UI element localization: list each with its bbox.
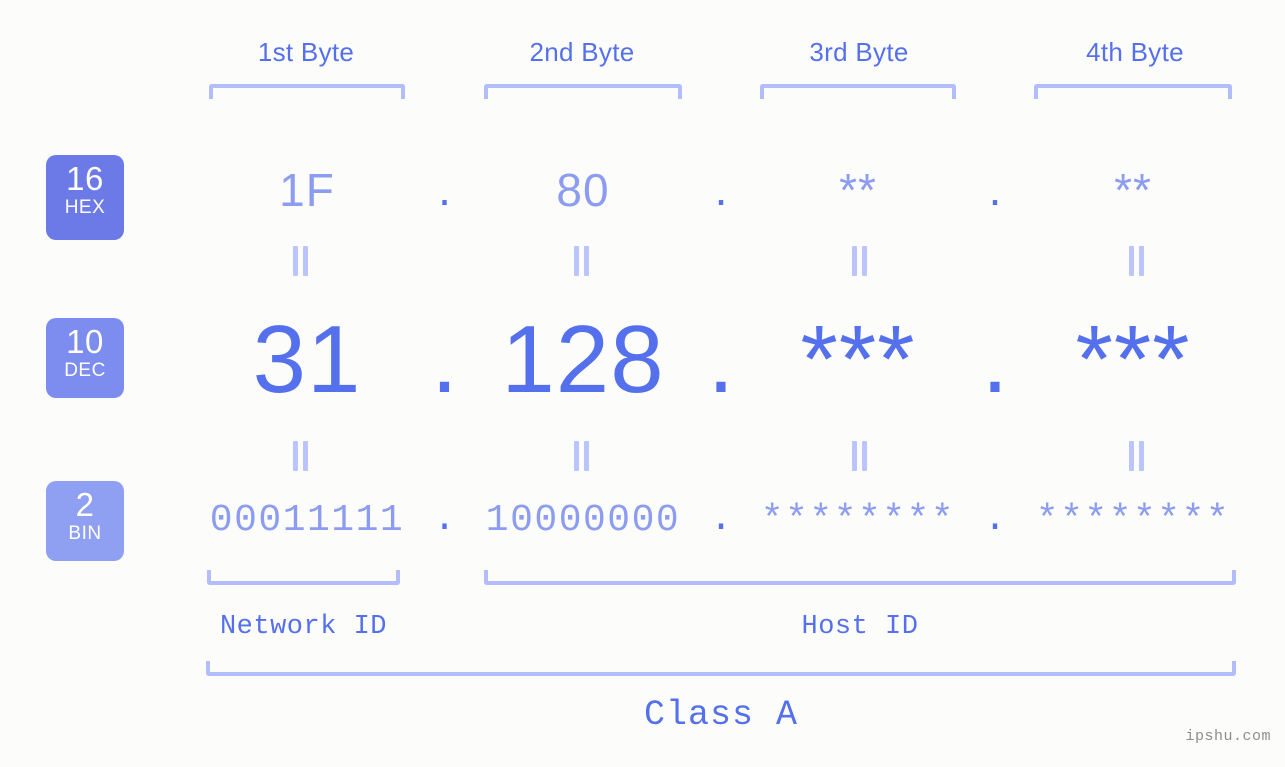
base-badge-dec-number: 10 <box>66 323 104 360</box>
base-badge-bin: 2 BIN <box>46 481 124 561</box>
byte-bracket-3 <box>760 84 956 99</box>
dec-separator-2: . <box>707 305 735 413</box>
byte-bracket-2 <box>484 84 682 99</box>
equals-mark-hex-dec-3 <box>849 246 871 276</box>
ip-address-breakdown-diagram: 1st Byte 2nd Byte 3rd Byte 4th Byte 16 H… <box>0 0 1285 767</box>
dec-value-row: 31 . 128 . *** . *** <box>150 295 1250 425</box>
equals-mark-dec-bin-2 <box>571 441 593 471</box>
hex-value-row: 1F . 80 . ** . ** <box>150 150 1250 230</box>
class-bracket <box>206 661 1236 676</box>
byte-header-3: 3rd Byte <box>809 37 909 67</box>
equals-mark-hex-dec-4 <box>1126 246 1148 276</box>
bin-byte-1: 00011111 <box>209 498 405 542</box>
byte-bracket-1 <box>209 84 405 99</box>
bin-separator-1: . <box>433 497 456 541</box>
hex-byte-3: ** <box>839 164 877 216</box>
equals-mark-hex-dec-1 <box>290 246 312 276</box>
dec-byte-4: *** <box>1075 306 1191 413</box>
hex-separator-1: . <box>438 163 451 216</box>
base-badge-dec-label: DEC <box>64 360 106 381</box>
byte-header-4: 4th Byte <box>1086 37 1184 67</box>
hex-byte-1: 1F <box>279 164 335 216</box>
hex-byte-4: ** <box>1114 164 1152 216</box>
base-badge-dec: 10 DEC <box>46 318 124 398</box>
hex-separator-3: . <box>988 163 1002 216</box>
bin-byte-4: ******** <box>1035 498 1231 542</box>
bin-value-row: 00011111 . 10000000 . ******** . *******… <box>150 485 1250 555</box>
network-id-label: Network ID <box>219 612 388 642</box>
base-badge-bin-label: BIN <box>68 523 102 544</box>
dec-byte-1: 31 <box>252 306 362 413</box>
base-badge-hex: 16 HEX <box>46 155 124 240</box>
class-label: Class A <box>643 695 799 735</box>
dec-byte-2: 128 <box>501 306 665 413</box>
bin-byte-2: 10000000 <box>485 498 681 542</box>
watermark: ipshu.com <box>1185 728 1271 745</box>
base-badge-bin-number: 2 <box>75 486 95 523</box>
equals-mark-hex-dec-2 <box>571 246 593 276</box>
dec-byte-3: *** <box>800 306 916 413</box>
network-id-bracket <box>207 570 400 585</box>
equals-mark-dec-bin-4 <box>1126 441 1148 471</box>
bin-separator-2: . <box>709 497 733 541</box>
byte-header-1: 1st Byte <box>257 37 355 67</box>
dec-separator-3: . <box>981 305 1009 413</box>
equals-mark-dec-bin-1 <box>290 441 312 471</box>
hex-byte-2: 80 <box>556 164 610 216</box>
bin-separator-3: . <box>983 497 1007 541</box>
byte-bracket-4 <box>1034 84 1232 99</box>
dec-separator-1: . <box>431 305 458 413</box>
base-badge-hex-label: HEX <box>64 197 106 218</box>
host-id-bracket <box>484 570 1236 585</box>
byte-header-2: 2nd Byte <box>529 37 635 67</box>
host-id-label: Host ID <box>801 612 919 642</box>
bin-byte-3: ******** <box>760 498 956 542</box>
equals-mark-dec-bin-3 <box>849 441 871 471</box>
base-badge-hex-number: 16 <box>66 160 104 197</box>
hex-separator-2: . <box>714 163 728 216</box>
